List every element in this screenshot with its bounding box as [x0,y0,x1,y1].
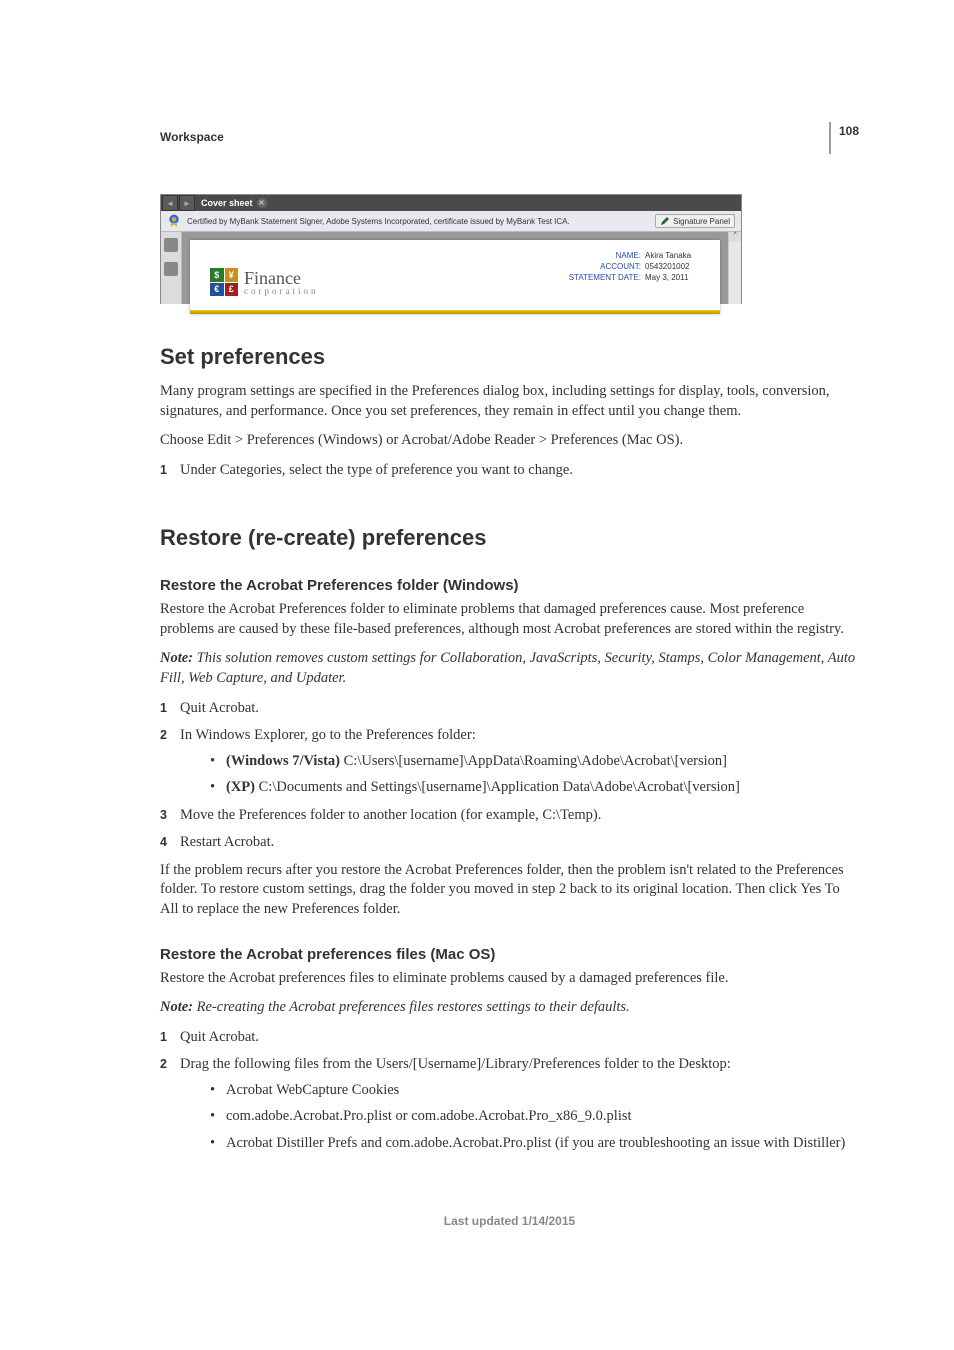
body-text: Restore the Acrobat Preferences folder t… [160,600,859,639]
step-item: Restart Acrobat. [160,833,859,853]
subheading-restore-windows: Restore the Acrobat Preferences folder (… [160,577,859,594]
scroll-up-icon[interactable]: ^ [729,232,741,242]
note-label: Note: [160,650,193,666]
body-text: Choose Edit > Preferences (Windows) or A… [160,431,859,451]
note: Note: This solution removes custom setti… [160,649,859,688]
step-item: Move the Preferences folder to another l… [160,806,859,826]
scrollbar[interactable]: ^ [728,232,741,304]
heading-set-preferences: Set preferences [160,344,859,370]
body-text: Restore the Acrobat preferences files to… [160,969,859,989]
bullet-item: (XP) C:\Documents and Settings\[username… [210,778,859,798]
pen-icon [660,216,670,226]
step-item: In Windows Explorer, go to the Preferenc… [160,726,859,798]
company-logo-icon: $¥ €£ [210,268,238,296]
tab-label: Cover sheet [201,198,253,208]
certification-bar: Certified by MyBank Statement Signer, Ad… [161,211,741,232]
rosette-icon [167,214,181,228]
note-label: Note: [160,999,193,1015]
step-item: Quit Acrobat. [160,1028,859,1048]
bullet-item: com.adobe.Acrobat.Pro.plist or com.adobe… [210,1107,859,1127]
page-number: 108 [839,124,859,138]
document-tab[interactable]: Cover sheet ✕ [195,198,273,208]
signature-panel-button[interactable]: Signature Panel [655,214,735,228]
statement-info: NAME:Akira Tanaka ACCOUNT:0543201002 STA… [569,250,700,314]
subheading-restore-macos: Restore the Acrobat preferences files (M… [160,946,859,963]
nav-prev-button[interactable]: ◄ [162,195,178,211]
logo-title: Finance [244,269,318,287]
thumbnails-icon[interactable] [164,238,178,252]
step-item: Drag the following files from the Users/… [160,1055,859,1153]
footer-last-updated: Last updated 1/14/2015 [160,1214,859,1228]
page-number-box: 108 [829,122,859,154]
step-item: Quit Acrobat. [160,699,859,719]
bullet-item: Acrobat Distiller Prefs and com.adobe.Ac… [210,1134,859,1154]
body-text: If the problem recurs after you restore … [160,861,859,920]
document-viewport: $¥ €£ Finance corporation NAME:Akira Tan… [182,232,728,304]
bullet-item: Acrobat WebCapture Cookies [210,1081,859,1101]
note-body: This solution removes custom settings fo… [160,650,855,686]
heading-restore-preferences: Restore (re-create) preferences [160,525,859,551]
nav-next-button[interactable]: ► [179,195,195,211]
body-text: Many program settings are specified in t… [160,382,859,421]
note: Note: Re-creating the Acrobat preference… [160,998,859,1018]
tab-bar: ◄ ► Cover sheet ✕ [161,195,741,211]
certification-text: Certified by MyBank Statement Signer, Ad… [187,217,570,226]
note-body: Re-creating the Acrobat preferences file… [193,999,630,1015]
section-label: Workspace [160,130,859,144]
logo-subtitle: corporation [244,287,318,296]
bullet-item: (Windows 7/Vista) C:\Users\[username]\Ap… [210,752,859,772]
navigation-sidebar [161,232,182,304]
figure-screenshot: ◄ ► Cover sheet ✕ Certified by MyBank St… [160,194,742,304]
document-page: $¥ €£ Finance corporation NAME:Akira Tan… [190,240,720,314]
close-icon[interactable]: ✕ [257,198,267,208]
step-item: Under Categories, select the type of pre… [160,461,859,481]
signature-panel-label: Signature Panel [673,217,730,226]
signatures-icon[interactable] [164,262,178,276]
